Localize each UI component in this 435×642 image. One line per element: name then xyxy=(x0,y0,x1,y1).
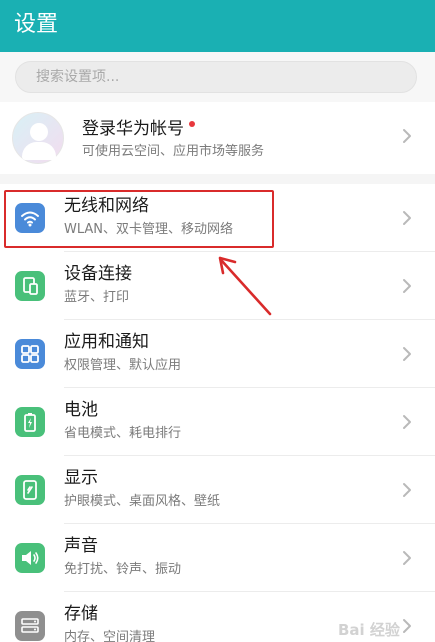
avatar-head-shape xyxy=(30,123,48,141)
account-title: 登录华为帐号 xyxy=(82,118,195,140)
search-area: 搜索设置项... xyxy=(0,52,435,102)
chevron-right-icon xyxy=(400,210,414,226)
avatar-body-shape xyxy=(22,142,56,160)
settings-item-subtitle: 权限管理、默认应用 xyxy=(64,358,182,373)
notification-dot xyxy=(189,121,195,127)
chevron-right-icon xyxy=(400,346,414,362)
account-subtitle: 可使用云空间、应用市场等服务 xyxy=(82,144,265,159)
settings-item-title: 显示 xyxy=(64,468,98,488)
page-title: 设置 xyxy=(14,12,59,37)
chevron-right-icon xyxy=(400,278,414,294)
settings-item-wireless[interactable]: 无线和网络 WLAN、双卡管理、移动网络 xyxy=(0,184,435,252)
storage-icon xyxy=(15,611,45,641)
display-icon xyxy=(15,475,45,505)
wifi-icon xyxy=(15,203,45,233)
settings-item-display[interactable]: 显示 护眼模式、桌面风格、壁纸 xyxy=(0,456,435,524)
section-gap xyxy=(0,174,435,184)
search-input[interactable]: 搜索设置项... xyxy=(15,61,417,93)
battery-icon xyxy=(15,407,45,437)
settings-item-battery[interactable]: 电池 省电模式、耗电排行 xyxy=(0,388,435,456)
chevron-right-icon xyxy=(400,414,414,430)
settings-item-apps[interactable]: 应用和通知 权限管理、默认应用 xyxy=(0,320,435,388)
chevron-right-icon xyxy=(400,550,414,566)
settings-item-subtitle: 免打扰、铃声、振动 xyxy=(64,562,182,577)
search-placeholder: 搜索设置项... xyxy=(36,69,120,85)
settings-item-sound[interactable]: 声音 免打扰、铃声、振动 xyxy=(0,524,435,592)
settings-item-title: 声音 xyxy=(64,536,98,556)
settings-item-subtitle: 蓝牙、打印 xyxy=(64,290,130,305)
settings-item-subtitle: 省电模式、耗电排行 xyxy=(64,426,182,441)
chevron-right-icon xyxy=(400,482,414,498)
settings-item-title: 存储 xyxy=(64,604,98,624)
account-row[interactable]: 登录华为帐号 可使用云空间、应用市场等服务 xyxy=(0,102,435,174)
settings-item-subtitle: 内存、空间清理 xyxy=(64,630,156,642)
device-connection-icon xyxy=(15,271,45,301)
sound-icon xyxy=(15,543,45,573)
settings-item-title: 无线和网络 xyxy=(64,196,149,216)
watermark-text: Bai 经验 xyxy=(338,621,400,639)
watermark: Bai 经验 xyxy=(338,619,434,641)
account-title-text: 登录华为帐号 xyxy=(82,119,184,139)
settings-item-subtitle: WLAN、双卡管理、移动网络 xyxy=(64,222,234,237)
avatar xyxy=(12,112,64,164)
settings-item-subtitle: 护眼模式、桌面风格、壁纸 xyxy=(64,494,221,509)
settings-item-title: 设备连接 xyxy=(64,264,132,284)
header-bar: 设置 xyxy=(0,0,435,52)
settings-item-title: 应用和通知 xyxy=(64,332,149,352)
settings-item-device-connection[interactable]: 设备连接 蓝牙、打印 xyxy=(0,252,435,320)
apps-grid-icon xyxy=(15,339,45,369)
chevron-right-icon xyxy=(400,128,414,144)
settings-item-title: 电池 xyxy=(64,400,98,420)
